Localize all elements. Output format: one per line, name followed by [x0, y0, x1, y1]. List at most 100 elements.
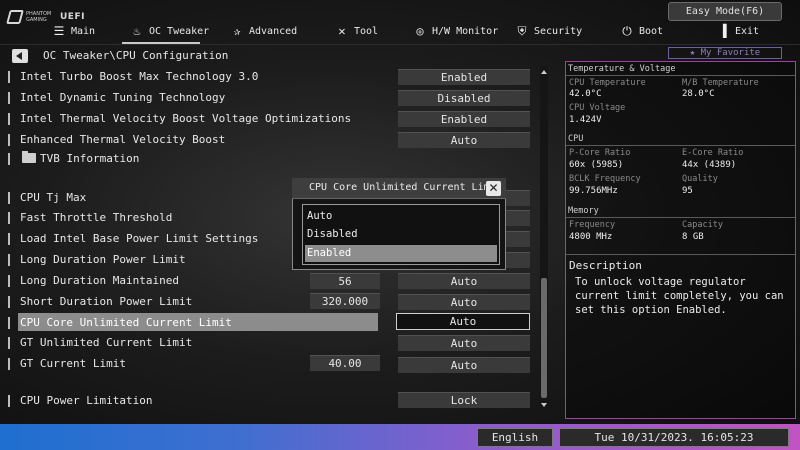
row-marker [8, 192, 10, 204]
short-duration-limit-input[interactable]: 320.000 [310, 293, 380, 309]
setting-value-long-duration-maintained[interactable]: Auto [398, 273, 530, 289]
scroll-down-icon[interactable] [540, 403, 548, 409]
setting-value-short-duration-limit[interactable]: Auto [398, 294, 530, 310]
setting-label: Short Duration Power Limit [20, 295, 193, 308]
row-marker [8, 358, 10, 370]
tab-main-label: Main [71, 25, 96, 37]
tab-exit-label: Exit [735, 25, 760, 37]
row-marker [8, 113, 10, 125]
language-button[interactable]: English [477, 428, 553, 447]
exit-door-icon: ▐ [719, 24, 727, 38]
cpu-voltage-label: CPU Voltage [569, 103, 626, 113]
quality-value: 95 [682, 186, 693, 196]
mb-temp-value: 28.0°C [682, 89, 715, 99]
mem-frequency-value: 4800 MHz [569, 232, 613, 242]
setting-label: Enhanced Thermal Velocity Boost [20, 133, 226, 146]
tab-exit[interactable]: ▐ Exit [716, 22, 759, 40]
row-marker [8, 71, 10, 83]
setting-label: Long Duration Power Limit [20, 253, 186, 266]
tab-tool-label: Tool [354, 25, 379, 37]
date-time-display: Tue 10/31/2023. 16:05:23 [559, 428, 789, 447]
ecore-ratio-label: E-Core Ratio [682, 148, 744, 158]
setting-value-cpu-core-unlimited[interactable]: Auto [396, 313, 530, 330]
tools-icon: ✕ [338, 24, 346, 38]
tab-security[interactable]: ⛨ Security [515, 22, 582, 40]
row-marker [8, 395, 10, 407]
setting-value-gt-unlimited[interactable]: Auto [398, 335, 530, 351]
popup-option-enabled[interactable]: Enabled [305, 245, 497, 262]
setting-label: Intel Turbo Boost Max Technology 3.0 [20, 70, 259, 83]
cpu-temp-value: 42.0°C [569, 89, 602, 99]
row-marker [8, 92, 10, 104]
tab-oc-tweaker-label: OC Tweaker [149, 25, 210, 37]
tab-main[interactable]: ☰ Main [52, 22, 95, 40]
mem-capacity-value: 8 GB [682, 232, 704, 242]
scrollbar-thumb[interactable] [541, 278, 547, 398]
row-marker [8, 254, 10, 266]
star-icon: ✰ [233, 24, 241, 38]
pcore-ratio-value: 60x (5985) [569, 160, 624, 170]
popup-title-bar: CPU Core Unlimited Current Limit [292, 178, 506, 199]
row-marker [8, 233, 10, 245]
power-icon: ⏻ [622, 23, 632, 38]
breadcrumb: OC Tweaker\CPU Configuration [43, 49, 229, 62]
back-arrow-icon[interactable] [12, 49, 28, 63]
row-marker [8, 317, 10, 329]
bclk-frequency-value: 99.756MHz [569, 186, 618, 196]
my-favorite-button[interactable]: ★ My Favorite [668, 47, 782, 59]
setting-value-tvb-voltage-opt[interactable]: Enabled [398, 111, 530, 127]
setting-value-enhanced-tvb[interactable]: Auto [398, 132, 530, 148]
setting-label: Long Duration Maintained [20, 274, 179, 287]
setting-row-tvb-information[interactable]: TVB Information [8, 149, 548, 169]
setting-value-gt-current-limit[interactable]: Auto [398, 357, 530, 373]
popup-title: CPU Core Unlimited Current Limit [309, 182, 502, 193]
tab-oc-tweaker[interactable]: ♨ OC Tweaker [130, 22, 209, 40]
folder-icon [22, 151, 36, 163]
setting-label: CPU Power Limitation [20, 394, 153, 407]
shield-icon: ⛨ [517, 23, 527, 38]
pcore-ratio-label: P-Core Ratio [569, 148, 631, 158]
description-heading: Description [569, 259, 642, 272]
setting-value-dynamic-tuning[interactable]: Disabled [398, 90, 530, 106]
bclk-frequency-label: BCLK Frequency [569, 174, 641, 184]
section-divider [566, 145, 795, 146]
cpu-voltage-value: 1.424V [569, 115, 602, 125]
cpu-heading: CPU [568, 134, 584, 144]
tab-security-label: Security [534, 25, 583, 37]
row-marker [8, 337, 10, 349]
long-duration-maintained-input[interactable]: 56 [310, 273, 380, 289]
section-divider [566, 254, 795, 255]
monitor-gauge-icon: ◎ [416, 24, 424, 38]
scroll-up-icon[interactable] [540, 70, 548, 76]
row-marker [8, 134, 10, 146]
popup-option-auto[interactable]: Auto [305, 208, 497, 225]
quality-label: Quality [682, 174, 718, 184]
flame-icon: ♨ [133, 24, 141, 38]
tab-tool[interactable]: ✕ Tool [335, 22, 378, 40]
description-text: To unlock voltage regulator current limi… [575, 276, 784, 316]
setting-value-cpu-power-limitation[interactable]: Lock [398, 392, 530, 408]
setting-label: Fast Throttle Threshold [20, 211, 173, 224]
phantom-gaming-logo-icon [6, 10, 24, 24]
setting-label: GT Unlimited Current Limit [20, 336, 193, 349]
popup-option-disabled[interactable]: Disabled [305, 226, 497, 243]
row-marker [8, 296, 10, 308]
setting-value-turbo-boost-max[interactable]: Enabled [398, 69, 530, 85]
gt-current-limit-input[interactable]: 40.00 [310, 355, 380, 371]
setting-label: Intel Thermal Velocity Boost Voltage Opt… [20, 112, 352, 125]
setting-label: CPU Core Unlimited Current Limit [20, 316, 232, 329]
row-marker [8, 212, 10, 224]
row-marker [8, 153, 10, 165]
memory-heading: Memory [568, 206, 599, 216]
tab-boot[interactable]: ⏻ Boot [620, 22, 663, 40]
close-icon[interactable]: ✕ [486, 181, 501, 196]
tab-advanced[interactable]: ✰ Advanced [230, 22, 297, 40]
easy-mode-button[interactable]: Easy Mode(F6) [668, 2, 782, 21]
tab-hw-monitor[interactable]: ◎ H/W Monitor [413, 22, 498, 40]
setting-label: TVB Information [40, 152, 140, 165]
section-divider [566, 75, 795, 76]
header-divider [0, 44, 800, 45]
tab-boot-label: Boot [639, 25, 664, 37]
temp-voltage-heading: Temperature & Voltage [568, 64, 676, 74]
setting-label: Load Intel Base Power Limit Settings [20, 232, 259, 245]
